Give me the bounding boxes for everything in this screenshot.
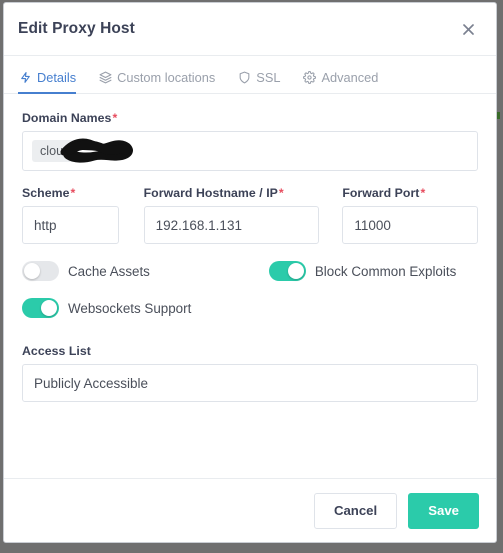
dialog-header: Edit Proxy Host bbox=[4, 3, 496, 56]
forward-hostname-group: Forward Hostname / IP* 192.168.1.131 bbox=[143, 186, 320, 244]
domain-name-tag[interactable]: cloud bbox=[32, 138, 133, 163]
access-list-select[interactable]: Publicly Accessible bbox=[22, 364, 478, 402]
forward-hostname-input[interactable]: 192.168.1.131 bbox=[143, 206, 320, 244]
toggle-row-1: Cache Assets Block Common Exploits bbox=[22, 261, 478, 281]
dialog-tabs: Details Custom locations SSL Advanced bbox=[4, 56, 496, 94]
window-chrome-accent bbox=[497, 112, 500, 119]
toggle-knob bbox=[41, 300, 57, 316]
domain-names-label: Domain Names* bbox=[22, 111, 118, 125]
access-list-label: Access List bbox=[22, 344, 91, 358]
scheme-value: http bbox=[34, 217, 57, 233]
websockets-support-toggle[interactable] bbox=[22, 298, 59, 318]
cache-assets-toggle[interactable] bbox=[22, 261, 59, 281]
shield-icon bbox=[237, 71, 251, 85]
forward-port-value: 11000 bbox=[354, 217, 391, 233]
gear-icon bbox=[302, 71, 316, 85]
tab-custom-locations[interactable]: Custom locations bbox=[98, 70, 215, 94]
forward-port-label: Forward Port* bbox=[342, 186, 426, 200]
toggle-knob bbox=[24, 263, 40, 279]
websockets-support-label: Websockets Support bbox=[68, 300, 192, 316]
forward-port-input[interactable]: 11000 bbox=[342, 206, 478, 244]
toggle-row-2: Websockets Support bbox=[22, 298, 478, 318]
dialog-footer: Cancel Save bbox=[4, 478, 496, 542]
domain-names-input[interactable]: cloud bbox=[22, 131, 478, 171]
tab-details-label: Details bbox=[37, 70, 77, 85]
scheme-input[interactable]: http bbox=[22, 206, 119, 244]
tab-advanced[interactable]: Advanced bbox=[302, 70, 378, 94]
close-icon[interactable] bbox=[457, 18, 479, 40]
edit-proxy-host-dialog: Edit Proxy Host Details Custom locations… bbox=[3, 2, 497, 543]
domain-names-group: Domain Names* cloud bbox=[22, 111, 478, 171]
tab-custom-locations-label: Custom locations bbox=[117, 70, 216, 85]
cancel-button[interactable]: Cancel bbox=[313, 492, 398, 529]
forward-hostname-value: 192.168.1.131 bbox=[155, 217, 242, 233]
bolt-icon bbox=[18, 71, 32, 85]
block-common-exploits-toggle[interactable] bbox=[268, 261, 306, 281]
cache-assets-label: Cache Assets bbox=[68, 263, 150, 279]
block-common-exploits-cell: Block Common Exploits bbox=[268, 261, 457, 281]
window-chrome-bottom bbox=[0, 543, 503, 553]
domain-name-tag-label: cloud bbox=[40, 144, 71, 158]
required-marker: * bbox=[112, 111, 118, 125]
dialog-body: Domain Names* cloud Scheme* http Forward… bbox=[4, 94, 496, 478]
toggle-knob bbox=[287, 263, 304, 279]
access-list-group: Access List Publicly Accessible bbox=[22, 344, 478, 402]
required-marker: * bbox=[70, 186, 76, 200]
tab-ssl-label: SSL bbox=[256, 70, 281, 85]
required-marker: * bbox=[420, 186, 426, 200]
scheme-group: Scheme* http bbox=[22, 186, 119, 244]
redaction-scribble bbox=[60, 138, 133, 163]
required-marker: * bbox=[278, 186, 284, 200]
forward-settings-row: Scheme* http Forward Hostname / IP* 192.… bbox=[22, 186, 478, 244]
save-button[interactable]: Save bbox=[408, 492, 479, 529]
page-title: Edit Proxy Host bbox=[18, 20, 135, 37]
forward-hostname-label: Forward Hostname / IP* bbox=[143, 186, 284, 200]
access-list-value: Publicly Accessible bbox=[34, 375, 149, 391]
cache-assets-cell: Cache Assets bbox=[22, 261, 150, 281]
forward-port-group: Forward Port* 11000 bbox=[342, 186, 478, 244]
block-common-exploits-label: Block Common Exploits bbox=[314, 263, 457, 279]
tab-advanced-label: Advanced bbox=[321, 70, 379, 85]
tab-ssl[interactable]: SSL bbox=[237, 70, 280, 94]
layers-icon bbox=[98, 71, 112, 85]
scheme-label: Scheme* bbox=[22, 186, 76, 200]
tab-details[interactable]: Details bbox=[18, 70, 77, 94]
websockets-support-cell: Websockets Support bbox=[22, 298, 191, 318]
